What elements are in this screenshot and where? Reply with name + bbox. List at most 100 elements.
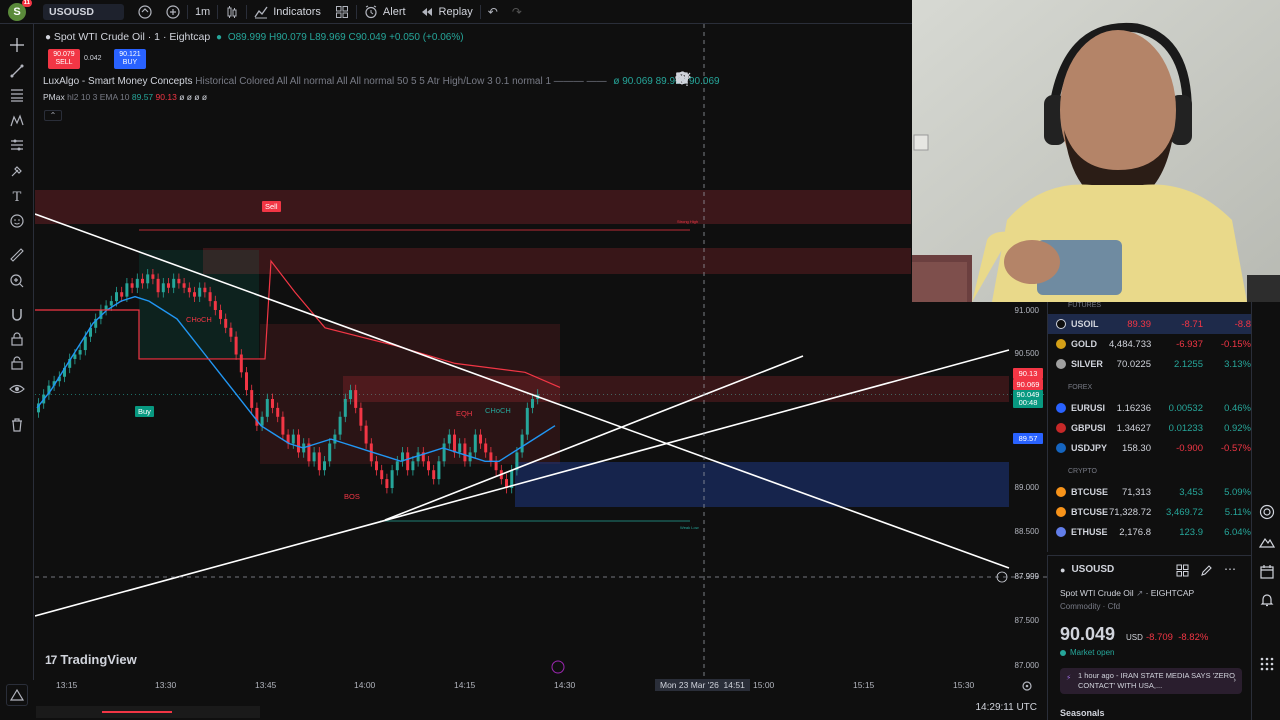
price-currency: USD: [1126, 633, 1143, 642]
measure-tool[interactable]: [8, 246, 26, 264]
object-tree-button[interactable]: [6, 684, 28, 706]
magnet-tool[interactable]: [8, 306, 26, 324]
trendline-tool[interactable]: [8, 62, 26, 80]
bars-icon[interactable]: [675, 71, 689, 85]
candle-body: [432, 470, 436, 480]
watchlist-row[interactable]: USDJPY 158.30 -0.900 -0.57%: [1048, 438, 1252, 458]
more-options-icon[interactable]: ⋯: [1224, 562, 1236, 576]
indicator-legend-smc[interactable]: LuxAlgo - Smart Money Concepts Historica…: [43, 76, 720, 87]
magnet-icon: [12, 309, 22, 321]
indicator-legend-pmax[interactable]: PMax hl2 10 3 EMA 10 89.57 90.13 ø ø ø ø: [43, 92, 207, 102]
details-symbol[interactable]: USOUSD: [1071, 564, 1114, 575]
layouts-button[interactable]: [328, 0, 356, 24]
pmax-price-tag: 90.13: [1013, 368, 1043, 379]
user-avatar[interactable]: S 11: [8, 0, 32, 21]
section-header-futures[interactable]: FUTURES: [1068, 302, 1101, 309]
hotlists-button[interactable]: [1259, 504, 1275, 520]
instrument-name: Spot WTI Crude Oil ↗ · EIGHTCAP: [1060, 588, 1194, 599]
symbol-logo-icon: [1056, 443, 1066, 453]
apps-button[interactable]: [1259, 656, 1275, 672]
chart-title[interactable]: Spot WTI Crude Oil · 1 · Eightcap: [54, 31, 210, 43]
text-tool[interactable]: T: [8, 188, 26, 206]
candle-body: [115, 292, 118, 302]
zoom-tool[interactable]: [8, 272, 26, 290]
crosshair-tool[interactable]: [8, 36, 26, 54]
calendar-button[interactable]: [1259, 564, 1275, 580]
buy-button[interactable]: 90.121 BUY: [114, 49, 146, 69]
candle-body: [193, 292, 196, 297]
watchlist-row[interactable]: BTCUSE 71,328.72 3,469.72 5.11%: [1048, 502, 1252, 522]
watchlist-row[interactable]: USOIL 89.39 -8.71 -8.8: [1048, 314, 1252, 334]
watchlist-change-pct: -0.57%: [1220, 442, 1251, 454]
ideas-button[interactable]: [1259, 534, 1275, 550]
section-header-crypto[interactable]: CRYPTO: [1068, 468, 1097, 475]
sell-button[interactable]: 90.079 SELL: [48, 49, 80, 69]
replay-icon: [421, 7, 432, 16]
lock-drawings-tool[interactable]: [8, 354, 26, 372]
seasonals-header[interactable]: Seasonals: [1060, 708, 1105, 718]
watchlist-change-pct: 0.46%: [1224, 402, 1251, 414]
hide-drawings-tool[interactable]: [8, 380, 26, 398]
pattern-tool[interactable]: [8, 112, 26, 130]
watchlist-row[interactable]: GBPUSI 1.34627 0.01233 0.92%: [1048, 418, 1252, 438]
brush-tool[interactable]: [8, 162, 26, 180]
replay-button[interactable]: Replay: [413, 0, 480, 24]
external-link-icon[interactable]: ↗: [1136, 588, 1143, 598]
chart-type-button[interactable]: [218, 0, 246, 24]
instrument-full-name: Spot WTI Crude Oil: [1060, 588, 1134, 598]
compare-button[interactable]: [131, 0, 159, 24]
candle-body: [141, 278, 144, 284]
collapse-legend-button[interactable]: ⌃: [44, 110, 62, 121]
fib-tool[interactable]: [8, 86, 26, 104]
candle-body: [161, 283, 165, 293]
candle-body: [234, 336, 238, 355]
symbol-search[interactable]: USOUSD: [36, 0, 131, 24]
lock-tool[interactable]: [8, 330, 26, 348]
candle-body: [395, 461, 399, 471]
watchlist-change: 123.9: [1179, 526, 1203, 538]
undo-button[interactable]: ↶: [481, 0, 505, 24]
settings-gear-icon[interactable]: [1021, 680, 1033, 692]
candle-body: [151, 274, 155, 279]
candle-body: [437, 461, 441, 480]
last-price: 90.049: [1060, 624, 1116, 644]
watchlist-row[interactable]: GOLD 4,484.733 -6.937 -0.15%: [1048, 334, 1252, 354]
interval-button[interactable]: 1m: [188, 0, 217, 24]
notifications-button[interactable]: [1259, 592, 1275, 608]
tradingview-logo[interactable]: 17 TradingView: [45, 652, 137, 667]
lightning-icon: ⚡: [1066, 673, 1072, 682]
candle-body: [167, 283, 170, 288]
strong-high-label: Strong High: [677, 219, 699, 224]
text-icon: T: [12, 189, 22, 205]
trash-icon: [12, 418, 22, 432]
watchlist-row[interactable]: ETHUSE 2,176.8 123.9 6.04%: [1048, 522, 1252, 542]
add-symbol-button[interactable]: [159, 0, 187, 24]
candle-body: [146, 274, 150, 284]
candle-body: [239, 354, 243, 373]
symbol-search-input[interactable]: USOUSD: [43, 3, 124, 20]
media-progress-bar[interactable]: [102, 711, 172, 713]
watchlist-change-pct: -8.8: [1234, 318, 1251, 330]
candle-body: [203, 287, 207, 293]
prediction-tool[interactable]: [8, 136, 26, 154]
price-chart[interactable]: ● Spot WTI Crude Oil · 1 · Eightcap ● O8…: [35, 24, 1047, 680]
alert-button[interactable]: Alert: [357, 0, 413, 24]
indicators-button[interactable]: Indicators: [247, 0, 328, 24]
utc-clock[interactable]: 14:29:11 UTC: [975, 702, 1037, 713]
section-header-forex[interactable]: FOREX: [1068, 384, 1092, 391]
grid-view-icon[interactable]: [1176, 564, 1189, 577]
watchlist-row[interactable]: BTCUSE 71,313 3,453 5.09%: [1048, 482, 1252, 502]
edit-icon[interactable]: [1200, 564, 1213, 577]
remove-drawings-tool[interactable]: [8, 416, 26, 434]
webcam-person-image: [912, 0, 1280, 302]
news-headline[interactable]: ⚡ 1 hour ago - IRAN STATE MEDIA SAYS 'ZE…: [1060, 668, 1242, 694]
watchlist-row[interactable]: EURUSI 1.16236 0.00532 0.46%: [1048, 398, 1252, 418]
watchlist-row[interactable]: SILVER 70.0225 2.1255 3.13%: [1048, 354, 1252, 374]
redo-button[interactable]: ↷: [505, 0, 529, 24]
emoji-tool[interactable]: [8, 212, 26, 230]
price-axis-label: 87.500: [1014, 616, 1039, 625]
candle-body: [328, 443, 332, 462]
chart-canvas[interactable]: [35, 24, 1047, 680]
price-axis-label: 91.000: [1014, 306, 1039, 315]
bell-icon: [1260, 594, 1274, 607]
